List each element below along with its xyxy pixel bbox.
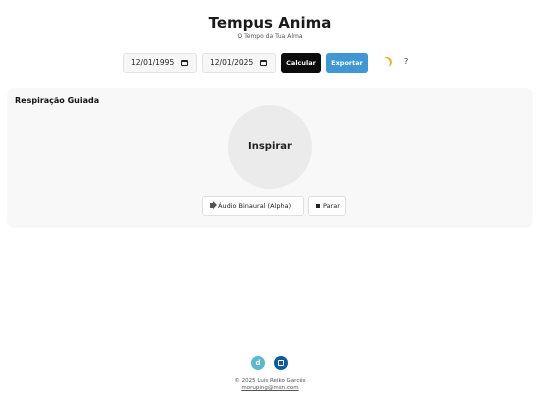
moon-icon[interactable] <box>380 58 390 68</box>
breathing-phase-label: Inspirar <box>248 141 292 152</box>
copyright-text: © 2025 Luís Reiko Garcês <box>234 378 306 384</box>
binaural-audio-button[interactable]: Áudio Binaural (Alpha) <box>202 196 304 216</box>
speaker-icon <box>210 203 213 208</box>
calculate-button[interactable]: Calcular <box>281 53 321 73</box>
start-date-value: 12/01/1995 <box>131 58 175 67</box>
guided-breathing-card: Respiração Guiada Inspirar Áudio Binaura… <box>8 88 532 226</box>
export-button[interactable]: Exportar <box>326 53 368 73</box>
social-d-icon[interactable]: d <box>251 356 265 370</box>
app-title: Tempus Anima <box>208 14 332 32</box>
stop-button[interactable]: Parar <box>308 196 346 216</box>
stop-icon <box>316 204 320 208</box>
help-button[interactable]: ? <box>404 57 408 66</box>
audio-label: Áudio Binaural (Alpha) <box>218 202 292 210</box>
breathing-circle: Inspirar <box>228 105 312 189</box>
social-links: d <box>0 356 540 372</box>
toolbar: 12/01/1995 12/01/2025 Calcular Exportar … <box>0 53 540 75</box>
end-date-input[interactable]: 12/01/2025 <box>202 53 276 73</box>
email-link[interactable]: moruping@msn.com <box>0 385 540 392</box>
calendar-icon[interactable] <box>260 60 267 66</box>
page: Tempus Anima O Tempo da Tua Alma 12/01/1… <box>0 0 540 405</box>
card-title: Respiração Guiada <box>15 96 100 105</box>
header: Tempus Anima O Tempo da Tua Alma <box>0 14 540 41</box>
footer: d © 2025 Luís Reiko Garcês moruping@msn.… <box>0 356 540 392</box>
stop-label: Parar <box>323 202 340 210</box>
start-date-input[interactable]: 12/01/1995 <box>123 53 197 73</box>
app-subtitle: O Tempo da Tua Alma <box>237 33 303 40</box>
end-date-value: 12/01/2025 <box>210 58 254 67</box>
calendar-icon[interactable] <box>181 60 188 66</box>
linkedin-icon[interactable] <box>274 356 288 370</box>
